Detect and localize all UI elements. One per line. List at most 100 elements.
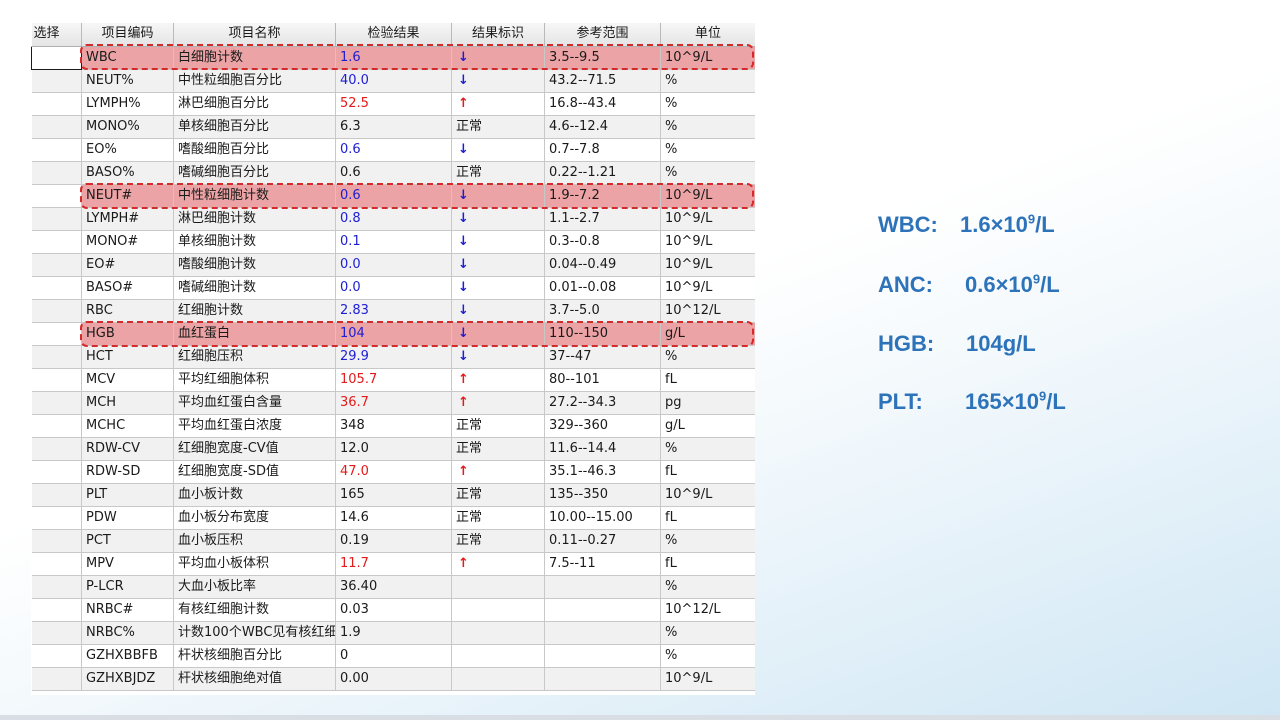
table-row[interactable]: MCHC 平均血红蛋白浓度 348 正常 329--360 g/L (31, 414, 755, 438)
cell-unit[interactable]: 10^12/L (660, 299, 755, 323)
cell-item-code[interactable]: MCHC (81, 414, 174, 438)
cell-item-name[interactable]: 红细胞计数 (173, 299, 336, 323)
cell-reference-range[interactable] (544, 575, 661, 599)
cell-item-code[interactable]: RDW-CV (81, 437, 174, 461)
table-row[interactable]: P-LCR 大血小板比率 36.40% (31, 575, 755, 599)
cell-unit[interactable]: % (660, 529, 755, 553)
header-result[interactable]: 检验结果 (335, 23, 452, 47)
header-select[interactable]: 选择 (31, 23, 82, 47)
cell-unit[interactable]: 10^12/L (660, 598, 755, 622)
cell-result[interactable]: 47.0 (335, 460, 452, 484)
cell-unit[interactable]: fL (660, 506, 755, 530)
cell-item-name[interactable]: 血小板压积 (173, 529, 336, 553)
cell-result-flag[interactable]: ↓ (451, 69, 545, 93)
cell-result[interactable]: 29.9 (335, 345, 452, 369)
cell-item-code[interactable]: NRBC# (81, 598, 174, 622)
cell-select[interactable] (31, 644, 82, 668)
table-row[interactable]: MONO% 单核细胞百分比 6.3 正常 4.6--12.4% (31, 115, 755, 139)
cell-result[interactable]: 348 (335, 414, 452, 438)
cell-result[interactable]: 0.6 (335, 161, 452, 185)
table-row[interactable]: EO% 嗜酸细胞百分比 0.6 ↓ 0.7--7.8% (31, 138, 755, 162)
cell-unit[interactable]: 10^9/L (660, 230, 755, 254)
cell-item-code[interactable]: EO# (81, 253, 174, 277)
cell-reference-range[interactable]: 0.22--1.21 (544, 161, 661, 185)
cell-reference-range[interactable]: 35.1--46.3 (544, 460, 661, 484)
cell-result[interactable]: 1.6 (335, 46, 452, 70)
table-row[interactable]: HCT 红细胞压积 29.9 ↓ 37--47% (31, 345, 755, 369)
cell-select[interactable] (31, 437, 82, 461)
cell-item-name[interactable]: 嗜酸细胞计数 (173, 253, 336, 277)
cell-reference-range[interactable]: 10.00--15.00 (544, 506, 661, 530)
cell-reference-range[interactable] (544, 598, 661, 622)
cell-item-name[interactable]: 嗜碱细胞计数 (173, 276, 336, 300)
table-row[interactable]: MCH 平均血红蛋白含量 36.7 ↑ 27.2--34.3 pg (31, 391, 755, 415)
cell-reference-range[interactable]: 7.5--11 (544, 552, 661, 576)
table-row[interactable]: WBC 白细胞计数 1.6 ↓ 3.5--9.5 10^9/L (31, 45, 755, 70)
table-row[interactable]: HGB 血红蛋白 104 ↓ 110--150 g/L (31, 322, 755, 346)
cell-select[interactable] (31, 368, 82, 392)
cell-item-code[interactable]: MPV (81, 552, 174, 576)
header-reference-range[interactable]: 参考范围 (544, 23, 661, 47)
cell-select[interactable] (31, 69, 82, 93)
table-row[interactable]: LYMPH# 淋巴细胞计数 0.8 ↓ 1.1--2.7 10^9/L (31, 207, 755, 231)
cell-reference-range[interactable]: 3.7--5.0 (544, 299, 661, 323)
cell-result-flag[interactable]: 正常 (451, 115, 545, 139)
cell-unit[interactable]: % (660, 161, 755, 185)
cell-select[interactable] (31, 161, 82, 185)
table-row[interactable]: NRBC# 有核红细胞计数 0.03 10^12/L (31, 598, 755, 622)
cell-select[interactable] (31, 299, 82, 323)
table-row[interactable]: NEUT% 中性粒细胞百分比 40.0 ↓ 43.2--71.5% (31, 69, 755, 93)
cell-reference-range[interactable]: 43.2--71.5 (544, 69, 661, 93)
cell-result[interactable]: 0.00 (335, 667, 452, 691)
cell-result-flag[interactable]: ↓ (451, 253, 545, 277)
cell-select[interactable] (31, 391, 82, 415)
table-row[interactable]: NEUT# 中性粒细胞计数 0.6 ↓ 1.9--7.2 10^9/L (31, 184, 755, 208)
cell-unit[interactable]: fL (660, 552, 755, 576)
cell-item-name[interactable]: 平均血红蛋白含量 (173, 391, 336, 415)
cell-item-name[interactable]: 血小板分布宽度 (173, 506, 336, 530)
cell-select[interactable] (31, 184, 82, 208)
cell-result-flag[interactable]: ↑ (451, 391, 545, 415)
cell-item-code[interactable]: MCV (81, 368, 174, 392)
table-row[interactable]: NRBC%计数100个WBC见有核红细胞数1.9% (31, 621, 755, 645)
cell-unit[interactable]: pg (660, 391, 755, 415)
cell-select[interactable] (31, 483, 82, 507)
cell-select[interactable] (31, 92, 82, 116)
cell-unit[interactable]: % (660, 138, 755, 162)
cell-item-code[interactable]: LYMPH# (81, 207, 174, 231)
cell-item-code[interactable]: RBC (81, 299, 174, 323)
cell-result-flag[interactable]: ↓ (451, 322, 545, 346)
cell-result[interactable]: 1.9 (335, 621, 452, 645)
cell-unit[interactable]: fL (660, 368, 755, 392)
cell-result-flag[interactable]: ↑ (451, 552, 545, 576)
cell-item-name[interactable]: 嗜碱细胞百分比 (173, 161, 336, 185)
cell-select[interactable] (31, 667, 82, 691)
cell-unit[interactable]: 10^9/L (660, 184, 755, 208)
cell-unit[interactable]: 10^9/L (660, 46, 755, 70)
cell-item-name[interactable]: 平均血小板体积 (173, 552, 336, 576)
cell-result-flag[interactable]: ↓ (451, 184, 545, 208)
table-row[interactable]: GZHXBJDZ 杆状核细胞绝对值 0.00 10^9/L (31, 667, 755, 691)
cell-result[interactable]: 0.0 (335, 253, 452, 277)
cell-select[interactable] (31, 345, 82, 369)
cell-result-flag[interactable]: ↓ (451, 207, 545, 231)
cell-result-flag[interactable]: 正常 (451, 414, 545, 438)
cell-result[interactable]: 0.0 (335, 276, 452, 300)
cell-item-code[interactable]: MONO# (81, 230, 174, 254)
cell-unit[interactable]: 10^9/L (660, 253, 755, 277)
cell-reference-range[interactable]: 0.11--0.27 (544, 529, 661, 553)
cell-result-flag[interactable]: ↓ (451, 299, 545, 323)
cell-item-code[interactable]: PDW (81, 506, 174, 530)
cell-result-flag[interactable] (451, 667, 545, 691)
cell-item-name[interactable]: 淋巴细胞百分比 (173, 92, 336, 116)
cell-select[interactable] (31, 138, 82, 162)
cell-select[interactable] (31, 207, 82, 231)
cell-item-name[interactable]: 血小板计数 (173, 483, 336, 507)
cell-item-name[interactable]: 血红蛋白 (173, 322, 336, 346)
header-item-code[interactable]: 项目编码 (81, 23, 174, 47)
cell-result[interactable]: 0.1 (335, 230, 452, 254)
cell-select[interactable] (31, 460, 82, 484)
table-row[interactable]: LYMPH% 淋巴细胞百分比 52.5 ↑ 16.8--43.4% (31, 92, 755, 116)
table-row[interactable]: BASO% 嗜碱细胞百分比 0.6 正常 0.22--1.21% (31, 161, 755, 185)
cell-result[interactable]: 165 (335, 483, 452, 507)
